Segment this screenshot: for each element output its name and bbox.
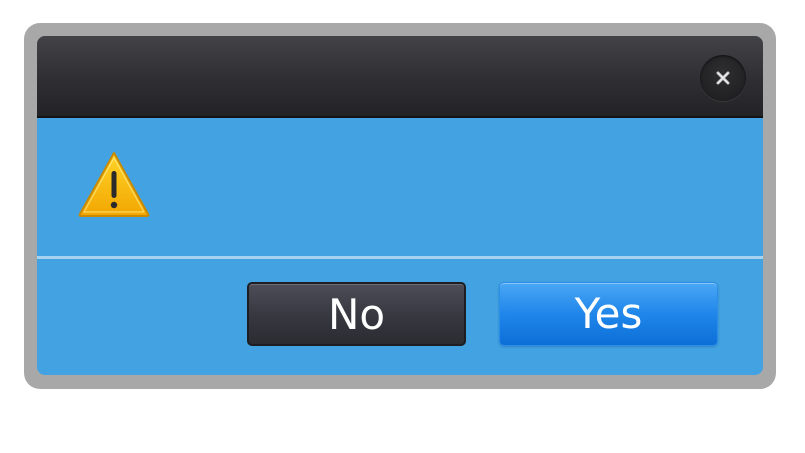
- yes-button[interactable]: Yes: [499, 282, 718, 346]
- dialog-content: [37, 118, 763, 256]
- no-button[interactable]: No: [247, 282, 466, 346]
- close-icon: [716, 71, 730, 85]
- dialog-divider: [37, 256, 763, 259]
- warning-triangle-icon: [78, 152, 150, 217]
- dialog-titlebar: [37, 36, 763, 118]
- close-button[interactable]: [700, 55, 746, 101]
- alert-dialog: No Yes: [37, 36, 763, 375]
